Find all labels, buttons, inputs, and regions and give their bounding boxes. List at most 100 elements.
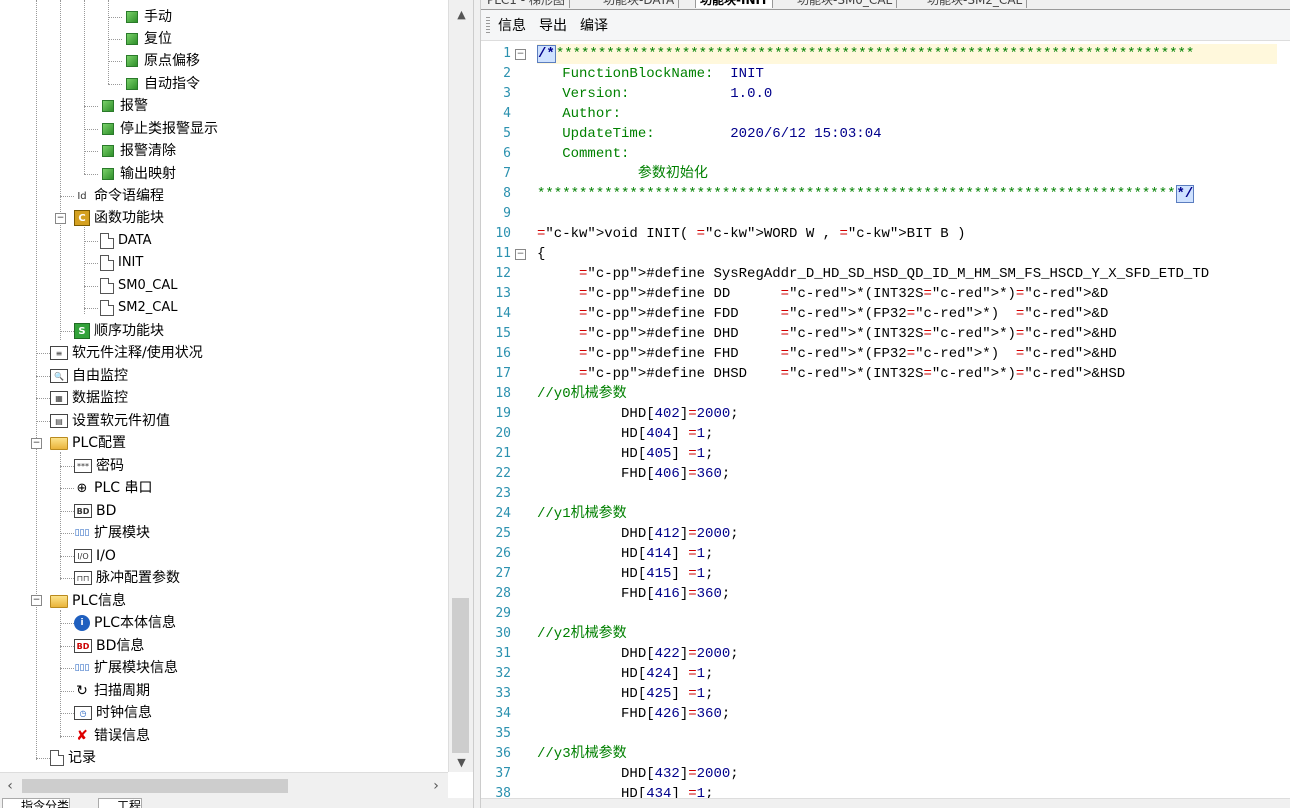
- collapse-expander-plc-config[interactable]: −: [31, 438, 42, 449]
- code-line[interactable]: FHD[416]=360;: [537, 584, 730, 604]
- tab-instruction-category[interactable]: 指令分类: [2, 798, 71, 808]
- tree-item-plc-info[interactable]: PLC信息: [50, 590, 126, 612]
- code-line[interactable]: HD[434] =1;: [537, 784, 713, 798]
- tree-item-expansion-modules[interactable]: ▯▯▯ 扩展模块: [74, 522, 150, 544]
- tree-item-bd-info[interactable]: BD BD信息: [74, 635, 144, 657]
- code-area[interactable]: /***************************************…: [537, 42, 1290, 798]
- code-line[interactable]: ="c-kw">void INIT( ="c-kw">WORD W , ="c-…: [537, 224, 966, 244]
- code-line[interactable]: DHD[412]=2000;: [537, 524, 739, 544]
- code-line[interactable]: DHD[432]=2000;: [537, 764, 739, 784]
- code-line[interactable]: Version: 1.0.0: [537, 84, 772, 104]
- scroll-right-arrow-icon[interactable]: ›: [426, 773, 446, 799]
- tree-item-plc-config[interactable]: PLC配置: [50, 432, 126, 454]
- code-line[interactable]: ="c-pp">#define FDD ="c-red">*(FP32="c-r…: [537, 304, 1108, 324]
- code-line[interactable]: FHD[426]=360;: [537, 704, 730, 724]
- tree-item-alarm[interactable]: 报警: [100, 95, 148, 117]
- scroll-down-arrow-icon[interactable]: ▼: [449, 752, 473, 774]
- code-line[interactable]: HD[425] =1;: [537, 684, 713, 704]
- tab-fb-sm2-cal[interactable]: 功能块-SM2_CAL: [923, 0, 1028, 8]
- code-line[interactable]: {: [537, 244, 545, 264]
- tree-item-fb-sm2-cal[interactable]: SM2_CAL: [100, 297, 177, 319]
- tree-item-plc-serial[interactable]: ⊕ PLC 串口: [74, 477, 153, 499]
- code-line[interactable]: ****************************************…: [537, 184, 1195, 204]
- tree-item-origin-offset[interactable]: 原点偏移: [124, 50, 200, 72]
- compile-button[interactable]: 编译: [580, 15, 608, 35]
- tree-item-reset[interactable]: 复位: [124, 28, 172, 50]
- tree-item-pulse-config[interactable]: ⊓⊓ 脉冲配置参数: [74, 567, 180, 589]
- tree-item-bd[interactable]: BD BD: [74, 500, 116, 522]
- tree-item-expansion-info[interactable]: ▯▯▯ 扩展模块信息: [74, 657, 178, 679]
- code-line[interactable]: ="c-pp">#define DHD ="c-red">*(INT32S="c…: [537, 324, 1117, 344]
- tab-fb-data[interactable]: 功能块-DATA: [599, 0, 680, 8]
- code-line[interactable]: DHD[422]=2000;: [537, 644, 739, 664]
- code-line[interactable]: HD[404] =1;: [537, 424, 713, 444]
- tree-item-error-info[interactable]: ✘ 错误信息: [74, 725, 150, 747]
- scroll-thumb[interactable]: [22, 779, 288, 793]
- tree-item-function-blocks[interactable]: C 函数功能块: [74, 207, 164, 229]
- code-line[interactable]: FHD[406]=360;: [537, 464, 730, 484]
- editor-horizontal-scrollbar[interactable]: [481, 798, 1290, 808]
- code-line[interactable]: ="c-pp">#define SysRegAddr_D_HD_SD_HSD_Q…: [537, 264, 1209, 284]
- green-block-icon: [126, 33, 138, 45]
- tab-plc1-ladder[interactable]: PLC1 - 梯形图: [483, 0, 570, 8]
- code-line[interactable]: ="c-pp">#define DHSD ="c-red">*(INT32S="…: [537, 364, 1125, 384]
- code-line[interactable]: //y2机械参数: [537, 624, 627, 644]
- fold-toggle-icon[interactable]: −: [515, 249, 526, 260]
- tree-item-manual[interactable]: 手动: [124, 6, 172, 28]
- line-number-gutter: 1−2 3 4 5 6 7 8 9 10 11−12 13 14 15 16 17 18 19 20 21 22 23 2…: [481, 42, 537, 798]
- tree-item-free-monitor[interactable]: 🔍 自由监控: [50, 365, 128, 387]
- code-line[interactable]: //y1机械参数: [537, 504, 627, 524]
- editor-toolbar: 信息 导出 编译: [481, 10, 1290, 41]
- tree-item-stop-alarm-display[interactable]: 停止类报警显示: [100, 118, 218, 140]
- code-line[interactable]: Comment:: [537, 144, 629, 164]
- code-line[interactable]: DHD[402]=2000;: [537, 404, 739, 424]
- tab-fb-sm0-cal[interactable]: 功能块-SM0_CAL: [793, 0, 898, 8]
- tree-item-sequence-blocks[interactable]: S 顺序功能块: [74, 320, 164, 342]
- collapse-expander-plc-info[interactable]: −: [31, 595, 42, 606]
- line-number: 27: [495, 566, 511, 581]
- code-line[interactable]: HD[414] =1;: [537, 544, 713, 564]
- code-line[interactable]: HD[415] =1;: [537, 564, 713, 584]
- code-line[interactable]: ="c-pp">#define FHD ="c-red">*(FP32="c-r…: [537, 344, 1117, 364]
- code-line[interactable]: FunctionBlockName: INIT: [537, 64, 764, 84]
- fold-toggle-icon[interactable]: −: [515, 49, 526, 60]
- code-line[interactable]: UpdateTime: 2020/6/12 15:03:04: [537, 124, 881, 144]
- code-line[interactable]: /***************************************…: [537, 44, 1277, 64]
- tree-item-fb-init[interactable]: INIT: [100, 252, 143, 274]
- code-line[interactable]: //y3机械参数: [537, 744, 627, 764]
- pane-splitter[interactable]: [473, 0, 481, 808]
- tree-item-clock-info[interactable]: ◷ 时钟信息: [74, 702, 152, 724]
- tree-item-log[interactable]: 记录: [50, 747, 96, 769]
- tree-item-password[interactable]: *** 密码: [74, 455, 124, 477]
- info-button[interactable]: 信息: [498, 15, 526, 35]
- tree-item-plc-body-info[interactable]: i PLC本体信息: [74, 612, 176, 634]
- code-line[interactable]: ="c-pp">#define DD ="c-red">*(INT32S="c-…: [537, 284, 1108, 304]
- line-number: 25: [495, 526, 511, 541]
- tree-item-output-mapping[interactable]: 输出映射: [100, 163, 176, 185]
- scroll-thumb[interactable]: [452, 598, 469, 753]
- tree-item-auto-command[interactable]: 自动指令: [124, 73, 200, 95]
- code-editor[interactable]: 1−2 3 4 5 6 7 8 9 10 11−12 13 14 15 16 17 18 19 20 21 22 23 2…: [481, 42, 1290, 798]
- tree-item-alarm-clear[interactable]: 报警清除: [100, 140, 176, 162]
- scroll-up-arrow-icon[interactable]: ▲: [449, 4, 473, 26]
- tab-fb-init[interactable]: 功能块-INIT: [695, 0, 774, 8]
- code-line[interactable]: HD[424] =1;: [537, 664, 713, 684]
- tab-project[interactable]: 工程: [98, 798, 143, 808]
- export-button[interactable]: 导出: [539, 15, 567, 35]
- tree-item-fb-data[interactable]: DATA: [100, 230, 152, 252]
- collapse-expander-function-blocks[interactable]: −: [55, 213, 66, 224]
- tree-item-fb-sm0-cal[interactable]: SM0_CAL: [100, 275, 177, 297]
- tree-horizontal-scrollbar[interactable]: ‹ ›: [0, 772, 448, 799]
- tree-vertical-scrollbar[interactable]: ▲ ▼: [448, 0, 473, 772]
- tree-item-data-monitor[interactable]: ▦ 数据监控: [50, 387, 128, 409]
- tree-item-io[interactable]: I/O I/O: [74, 545, 116, 567]
- tree-item-device-comments[interactable]: ≡ 软元件注释/使用状况: [50, 342, 203, 364]
- code-line[interactable]: Author:: [537, 104, 621, 124]
- scroll-left-arrow-icon[interactable]: ‹: [0, 773, 20, 799]
- code-line[interactable]: 参数初始化: [537, 164, 708, 184]
- tree-item-command-programming[interactable]: Id 命令语编程: [74, 185, 164, 207]
- code-line[interactable]: HD[405] =1;: [537, 444, 713, 464]
- code-line[interactable]: //y0机械参数: [537, 384, 627, 404]
- tree-item-device-initial-values[interactable]: ▤ 设置软元件初值: [50, 410, 170, 432]
- tree-item-scan-cycle[interactable]: ↻ 扫描周期: [74, 680, 150, 702]
